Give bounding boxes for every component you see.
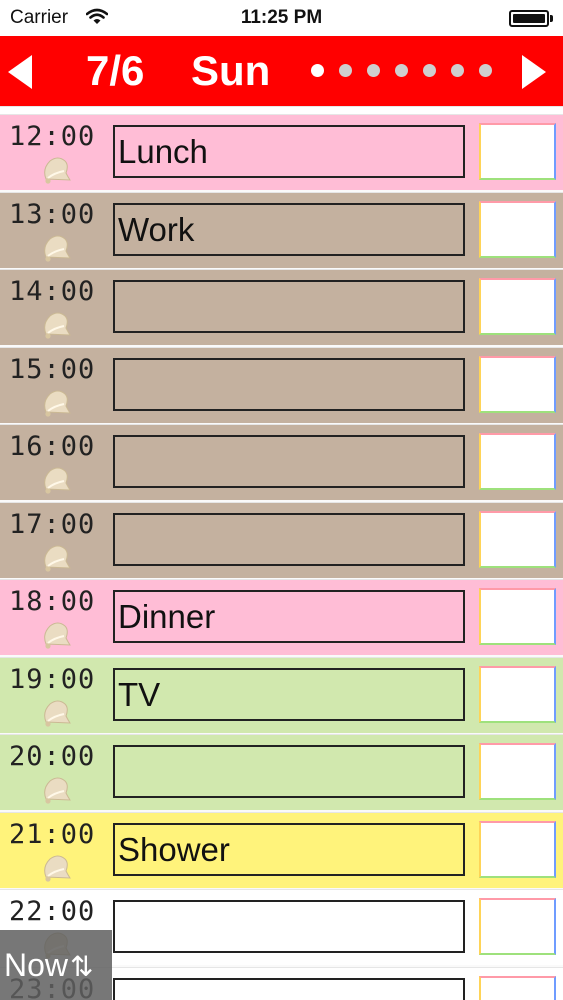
event-field[interactable]: Dinner bbox=[113, 590, 465, 643]
now-button[interactable]: Now⇅ bbox=[0, 930, 112, 1000]
time-label: 16:00 bbox=[9, 431, 96, 462]
schedule-row[interactable]: 12:00 Lunch bbox=[0, 114, 563, 190]
checkbox[interactable] bbox=[479, 665, 556, 723]
bell-icon[interactable] bbox=[38, 233, 72, 263]
checkbox[interactable] bbox=[479, 123, 556, 180]
event-field[interactable] bbox=[113, 512, 465, 566]
event-field[interactable] bbox=[113, 977, 465, 1000]
time-label: 12:00 bbox=[9, 121, 96, 152]
clock: 11:25 PM bbox=[240, 7, 323, 28]
next-day-arrow-icon[interactable] bbox=[522, 55, 546, 89]
day-header: 7/6 Sun bbox=[0, 36, 563, 106]
event-field[interactable]: Shower bbox=[113, 822, 465, 876]
checkbox[interactable] bbox=[479, 510, 556, 568]
schedule-row[interactable]: 20:00 bbox=[0, 734, 563, 810]
page-dot[interactable] bbox=[311, 64, 324, 77]
schedule-row[interactable]: 16:00 bbox=[0, 424, 563, 500]
sort-arrows-icon: ⇅ bbox=[70, 951, 94, 982]
page-dot[interactable] bbox=[367, 64, 380, 77]
checkbox[interactable] bbox=[479, 433, 556, 490]
battery-tip bbox=[550, 15, 553, 22]
event-field[interactable] bbox=[113, 357, 465, 411]
schedule-row[interactable]: 21:00 Shower bbox=[0, 811, 563, 888]
date-label: 7/6 bbox=[86, 47, 145, 94]
checkbox[interactable] bbox=[479, 200, 556, 258]
time-label: 18:00 bbox=[9, 586, 96, 617]
time-label: 15:00 bbox=[9, 353, 96, 385]
status-bar: Carrier 11:25 PM bbox=[0, 0, 563, 36]
page-dot[interactable] bbox=[479, 64, 492, 77]
page-dot[interactable] bbox=[451, 64, 464, 77]
checkbox[interactable] bbox=[479, 743, 556, 800]
time-label: 19:00 bbox=[9, 663, 96, 695]
bell-icon[interactable] bbox=[38, 543, 72, 573]
checkbox[interactable] bbox=[479, 355, 556, 413]
schedule-list[interactable]: 12:00 Lunch 13:00 Work 14:00 15:00 16:00 17:00 1… bbox=[0, 106, 563, 1000]
battery-icon bbox=[509, 10, 549, 27]
time-label: 14:00 bbox=[9, 276, 96, 307]
event-field[interactable]: Lunch bbox=[113, 125, 465, 178]
bell-icon[interactable] bbox=[38, 155, 72, 185]
bell-icon[interactable] bbox=[38, 465, 72, 495]
schedule-row[interactable]: 18:00 Dinner bbox=[0, 579, 563, 655]
bell-icon[interactable] bbox=[38, 310, 72, 340]
schedule-row[interactable]: 19:00 TV bbox=[0, 656, 563, 733]
event-field[interactable] bbox=[113, 280, 465, 333]
event-field[interactable] bbox=[113, 745, 465, 798]
time-label: 22:00 bbox=[9, 896, 96, 927]
schedule-row[interactable]: 17:00 bbox=[0, 501, 563, 578]
schedule-row[interactable]: 13:00 Work bbox=[0, 191, 563, 268]
time-label: 20:00 bbox=[9, 741, 96, 772]
time-label: 13:00 bbox=[9, 198, 96, 230]
checkbox[interactable] bbox=[479, 898, 556, 955]
page-dot[interactable] bbox=[423, 64, 436, 77]
previous-day-arrow-icon[interactable] bbox=[8, 55, 32, 89]
event-field[interactable]: TV bbox=[113, 667, 465, 721]
checkbox[interactable] bbox=[479, 820, 556, 878]
event-field[interactable] bbox=[113, 435, 465, 488]
schedule-row[interactable]: 14:00 bbox=[0, 269, 563, 345]
checkbox[interactable] bbox=[479, 588, 556, 645]
schedule-row[interactable]: 15:00 bbox=[0, 346, 563, 423]
weekday-label: Sun bbox=[191, 47, 271, 94]
now-button-label: Now bbox=[4, 947, 69, 983]
time-label: 21:00 bbox=[9, 818, 96, 850]
bell-icon[interactable] bbox=[38, 853, 72, 883]
bell-icon[interactable] bbox=[38, 620, 72, 650]
event-field[interactable] bbox=[113, 900, 465, 953]
checkbox[interactable] bbox=[479, 278, 556, 335]
page-dot[interactable] bbox=[395, 64, 408, 77]
time-label: 17:00 bbox=[9, 508, 96, 540]
bell-icon[interactable] bbox=[38, 775, 72, 805]
bell-icon[interactable] bbox=[38, 698, 72, 728]
page-dot[interactable] bbox=[339, 64, 352, 77]
checkbox[interactable] bbox=[479, 975, 556, 1000]
bell-icon[interactable] bbox=[38, 388, 72, 418]
event-field[interactable]: Work bbox=[113, 202, 465, 256]
